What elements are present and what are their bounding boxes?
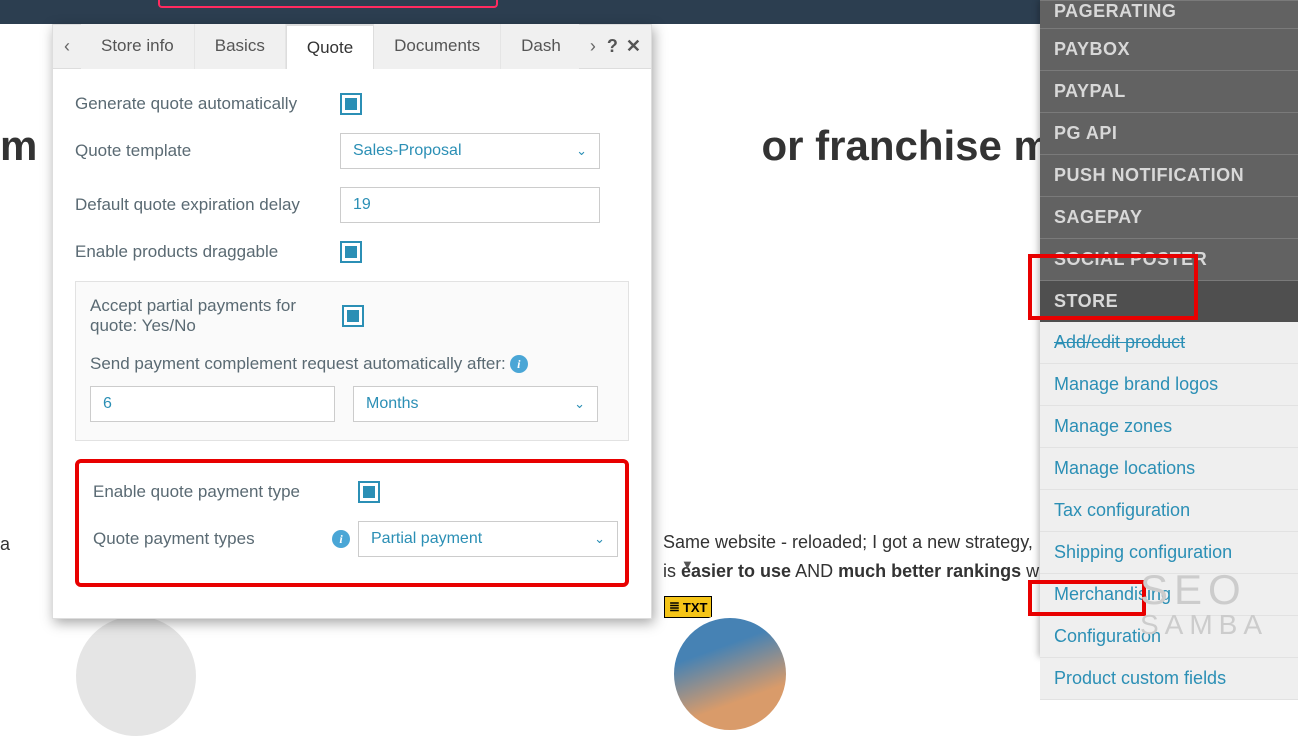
txt-badge-label: TXT xyxy=(683,600,708,615)
send-after-unit-value: Months xyxy=(366,395,418,413)
chevron-down-icon: ⌄ xyxy=(594,531,605,547)
generate-quote-checkbox[interactable] xyxy=(340,93,362,115)
menu-header-pgapi[interactable]: PG API xyxy=(1040,112,1298,154)
menu-label: SOCIAL POSTER xyxy=(1054,249,1207,269)
tab-documents[interactable]: Documents xyxy=(374,24,501,69)
menu-label: Manage locations xyxy=(1054,458,1195,478)
avatar xyxy=(670,614,790,734)
expiration-delay-value: 19 xyxy=(353,196,371,214)
menu-label: PAGERATING xyxy=(1054,1,1176,21)
menu-label: Add/edit product xyxy=(1054,332,1185,352)
tab-basics[interactable]: Basics xyxy=(195,24,286,69)
tab-label: Basics xyxy=(215,36,265,55)
partial-payments-panel: Accept partial payments for quote: Yes/N… xyxy=(75,281,629,441)
menu-header-pagerating[interactable]: PAGERATING xyxy=(1040,0,1298,28)
menu-item-product-custom-fields[interactable]: Product custom fields xyxy=(1040,658,1298,700)
send-after-value: 6 xyxy=(103,395,112,413)
txt-badge[interactable]: ≣ TXT xyxy=(664,596,712,618)
quote-template-label: Quote template xyxy=(75,141,340,161)
send-after-value-input[interactable]: 6 xyxy=(90,386,335,422)
menu-label: Merchandising xyxy=(1054,584,1171,604)
tab-quote[interactable]: Quote xyxy=(286,25,374,69)
payment-types-select[interactable]: Partial payment ⌄ xyxy=(358,521,618,557)
menu-item-add-edit-product[interactable]: Add/edit product xyxy=(1040,322,1298,364)
chevron-right-icon: › xyxy=(590,36,596,57)
menu-header-push[interactable]: PUSH NOTIFICATION xyxy=(1040,154,1298,196)
quote-settings-modal: ‹ Store info Basics Quote Documents Dash… xyxy=(52,24,652,619)
menu-header-paypal[interactable]: PAYPAL xyxy=(1040,70,1298,112)
info-icon[interactable]: i xyxy=(510,355,528,373)
menu-label: PAYBOX xyxy=(1054,39,1130,59)
menu-item-shipping-config[interactable]: Shipping configuration xyxy=(1040,532,1298,574)
expiration-delay-input[interactable]: 19 xyxy=(340,187,600,223)
close-icon[interactable]: ✕ xyxy=(626,36,641,57)
tabs-container: Store info Basics Quote Documents Dash xyxy=(81,24,579,69)
tab-label: Quote xyxy=(307,38,353,57)
payment-types-label: Quote payment types i xyxy=(93,529,358,549)
menu-header-sagepay[interactable]: SAGEPAY xyxy=(1040,196,1298,238)
menu-label: Product custom fields xyxy=(1054,668,1226,688)
enable-draggable-label: Enable products draggable xyxy=(75,242,340,262)
generate-quote-label: Generate quote automatically xyxy=(75,94,340,114)
dropdown-caret-icon[interactable]: ▼ xyxy=(681,557,694,572)
menu-label: Configuration xyxy=(1054,626,1161,646)
tab-label: Documents xyxy=(394,36,480,55)
tabs-row: ‹ Store info Basics Quote Documents Dash… xyxy=(53,25,651,69)
menu-label: PAYPAL xyxy=(1054,81,1126,101)
tab-store-info[interactable]: Store info xyxy=(81,24,195,69)
modal-body[interactable]: Generate quote automatically Quote templ… xyxy=(53,69,651,618)
enable-draggable-checkbox[interactable] xyxy=(340,241,362,263)
menu-item-locations[interactable]: Manage locations xyxy=(1040,448,1298,490)
accept-partial-checkbox[interactable] xyxy=(342,305,364,327)
avatar-placeholder-left xyxy=(76,616,196,736)
background-paragraph: Same website - reloaded; I got a new str… xyxy=(663,528,1039,586)
chevron-down-icon: ⌄ xyxy=(576,143,587,159)
enable-payment-type-checkbox[interactable] xyxy=(358,481,380,503)
info-icon[interactable]: i xyxy=(332,530,350,548)
tab-label: Store info xyxy=(101,36,174,55)
menu-label: PUSH NOTIFICATION xyxy=(1054,165,1244,185)
menu-label: PG API xyxy=(1054,123,1117,143)
chevron-down-icon: ⌄ xyxy=(574,396,585,412)
accept-partial-label: Accept partial payments for quote: Yes/N… xyxy=(90,296,342,336)
payment-types-value: Partial payment xyxy=(371,530,482,548)
menu-item-merchandising[interactable]: Merchandising xyxy=(1040,574,1298,616)
doc-lines-icon: ≣ xyxy=(669,599,680,615)
menu-header-socialposter[interactable]: SOCIAL POSTER xyxy=(1040,238,1298,280)
tab-dash[interactable]: Dash xyxy=(501,24,579,69)
menu-label: Tax configuration xyxy=(1054,500,1190,520)
tab-scroll-left[interactable]: ‹ xyxy=(53,25,81,69)
payment-type-highlight-box: Enable quote payment type Quote payment … xyxy=(75,459,629,587)
menu-item-tax-config[interactable]: Tax configuration xyxy=(1040,490,1298,532)
send-after-unit-select[interactable]: Months ⌄ xyxy=(353,386,598,422)
chevron-left-icon: ‹ xyxy=(64,36,70,57)
tab-scroll-right[interactable]: › xyxy=(579,25,607,69)
menu-label: STORE xyxy=(1054,291,1118,311)
menu-header-paybox[interactable]: PAYBOX xyxy=(1040,28,1298,70)
menu-item-configuration[interactable]: Configuration xyxy=(1040,616,1298,658)
menu-item-brand-logos[interactable]: Manage brand logos xyxy=(1040,364,1298,406)
bg-char: a xyxy=(0,534,10,555)
menu-header-store[interactable]: STORE xyxy=(1040,280,1298,322)
menu-item-zones[interactable]: Manage zones xyxy=(1040,406,1298,448)
menu-label: Manage zones xyxy=(1054,416,1172,436)
red-top-stub xyxy=(158,0,498,8)
menu-label: Manage brand logos xyxy=(1054,374,1218,394)
help-icon[interactable]: ? xyxy=(607,36,618,57)
expiration-delay-label: Default quote expiration delay xyxy=(75,195,340,215)
send-after-label: Send payment complement request automati… xyxy=(90,354,614,374)
quote-template-value: Sales-Proposal xyxy=(353,142,462,160)
menu-label: SAGEPAY xyxy=(1054,207,1143,227)
tab-label: Dash xyxy=(521,36,561,55)
menu-label: Shipping configuration xyxy=(1054,542,1232,562)
quote-template-select[interactable]: Sales-Proposal ⌄ xyxy=(340,133,600,169)
right-panel: PAGERATING PAYBOX PAYPAL PG API PUSH NOT… xyxy=(1040,0,1298,657)
enable-payment-type-label: Enable quote payment type xyxy=(93,482,358,502)
